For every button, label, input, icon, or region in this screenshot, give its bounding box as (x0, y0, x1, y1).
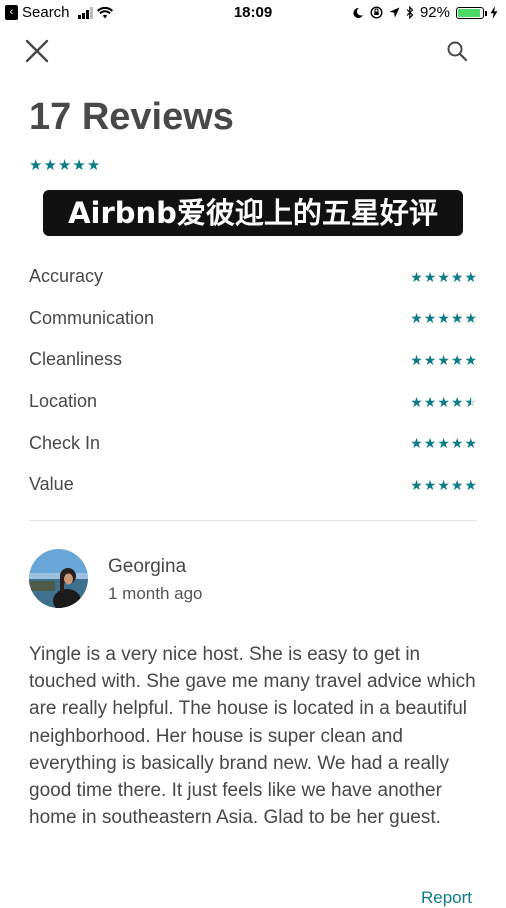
star-icon: ★ (423, 435, 437, 452)
star-icon: ★ (410, 393, 423, 410)
caption-banner: Airbnb爱彼迎上的五星好评 (43, 190, 463, 236)
rating-row: Accuracy ★ ★ ★ ★ ★ (29, 256, 477, 298)
star-icon: ★ (410, 268, 423, 285)
close-icon[interactable] (24, 38, 50, 64)
rating-stars: ★ ★ ★ ★ ★ (410, 478, 477, 492)
location-arrow-icon (389, 7, 400, 18)
rating-label: Value (29, 474, 74, 495)
star-icon: ★ (423, 393, 437, 410)
star-icon: ★ (464, 476, 477, 493)
bluetooth-icon (406, 6, 414, 19)
star-icon: ★ (437, 268, 450, 285)
star-icon: ★ (423, 351, 437, 368)
star-icon: ★ (437, 435, 450, 452)
battery-icon (456, 6, 487, 19)
star-icon: ★ (450, 393, 464, 410)
rating-row: Cleanliness ★ ★ ★ ★ ★ (29, 339, 477, 381)
star-icon: ★ (72, 157, 86, 174)
star-icon: ★ (437, 351, 450, 368)
overall-rating-stars: ★ ★ ★ ★ ★ (29, 158, 100, 173)
star-icon: ★ (86, 157, 101, 174)
star-icon: ★ (450, 310, 464, 327)
star-icon: ★ (29, 157, 43, 174)
star-icon: ★ (423, 476, 437, 493)
star-icon: ★ (410, 310, 423, 327)
star-icon: ★ (410, 435, 423, 452)
star-icon: ★ (437, 393, 450, 410)
reviewer-name[interactable]: Georgina (108, 556, 186, 578)
star-icon: ★ (437, 476, 450, 493)
rating-stars: ★ ★ ★ ★ ★ ★ (410, 395, 477, 409)
category-ratings: Accuracy ★ ★ ★ ★ ★ Communication ★ ★ ★ ★ ★ Cleanline… (29, 256, 477, 506)
star-icon: ★ (464, 435, 477, 452)
star-icon: ★ (437, 310, 450, 327)
moon-icon (353, 7, 363, 18)
star-icon: ★ (464, 268, 477, 285)
star-icon: ★ (464, 310, 477, 327)
avatar[interactable] (29, 549, 88, 608)
charging-bolt-icon (490, 6, 498, 19)
rating-stars: ★ ★ ★ ★ ★ (410, 436, 477, 450)
status-right: 92% (352, 4, 498, 21)
half-star-icon: ★ ★ (464, 393, 477, 410)
battery-percent: 92% (419, 4, 450, 21)
rating-row: Value ★ ★ ★ ★ ★ (29, 464, 477, 506)
star-icon: ★ (57, 157, 72, 174)
rating-stars: ★ ★ ★ ★ ★ (410, 311, 477, 325)
report-link[interactable]: Report (421, 888, 472, 908)
rating-row: Check In ★ ★ ★ ★ ★ (29, 422, 477, 464)
star-icon: ★ (423, 310, 437, 327)
rating-row: Communication ★ ★ ★ ★ ★ (29, 298, 477, 340)
star-icon: ★ (410, 351, 423, 368)
review-text: Yingle is a very nice host. She is easy … (29, 644, 476, 829)
rating-label: Accuracy (29, 266, 104, 287)
rating-stars: ★ ★ ★ ★ ★ (410, 353, 477, 367)
star-icon: ★ (450, 476, 464, 493)
star-icon: ★ (410, 476, 423, 493)
divider (29, 520, 477, 521)
rating-label: Location (29, 391, 98, 412)
rating-row: Location ★ ★ ★ ★ ★ ★ (29, 381, 477, 423)
star-icon: ★ (43, 157, 57, 174)
star-icon: ★ (450, 268, 464, 285)
review-date: 1 month ago (108, 584, 203, 603)
rating-label: Check In (29, 432, 101, 453)
star-icon: ★ (423, 268, 437, 285)
star-icon: ★ (450, 435, 464, 452)
page-title: 17 Reviews (29, 96, 234, 138)
orientation-lock-icon (370, 6, 383, 19)
search-icon[interactable] (446, 40, 468, 62)
status-bar: ‹ Search 18:09 92% (0, 0, 506, 26)
rating-stars: ★ ★ ★ ★ ★ (410, 270, 477, 284)
rating-label: Communication (29, 307, 155, 328)
rating-label: Cleanliness (29, 349, 123, 370)
star-icon: ★ (450, 351, 464, 368)
star-icon: ★ (464, 351, 477, 368)
battery-fill (458, 8, 481, 17)
